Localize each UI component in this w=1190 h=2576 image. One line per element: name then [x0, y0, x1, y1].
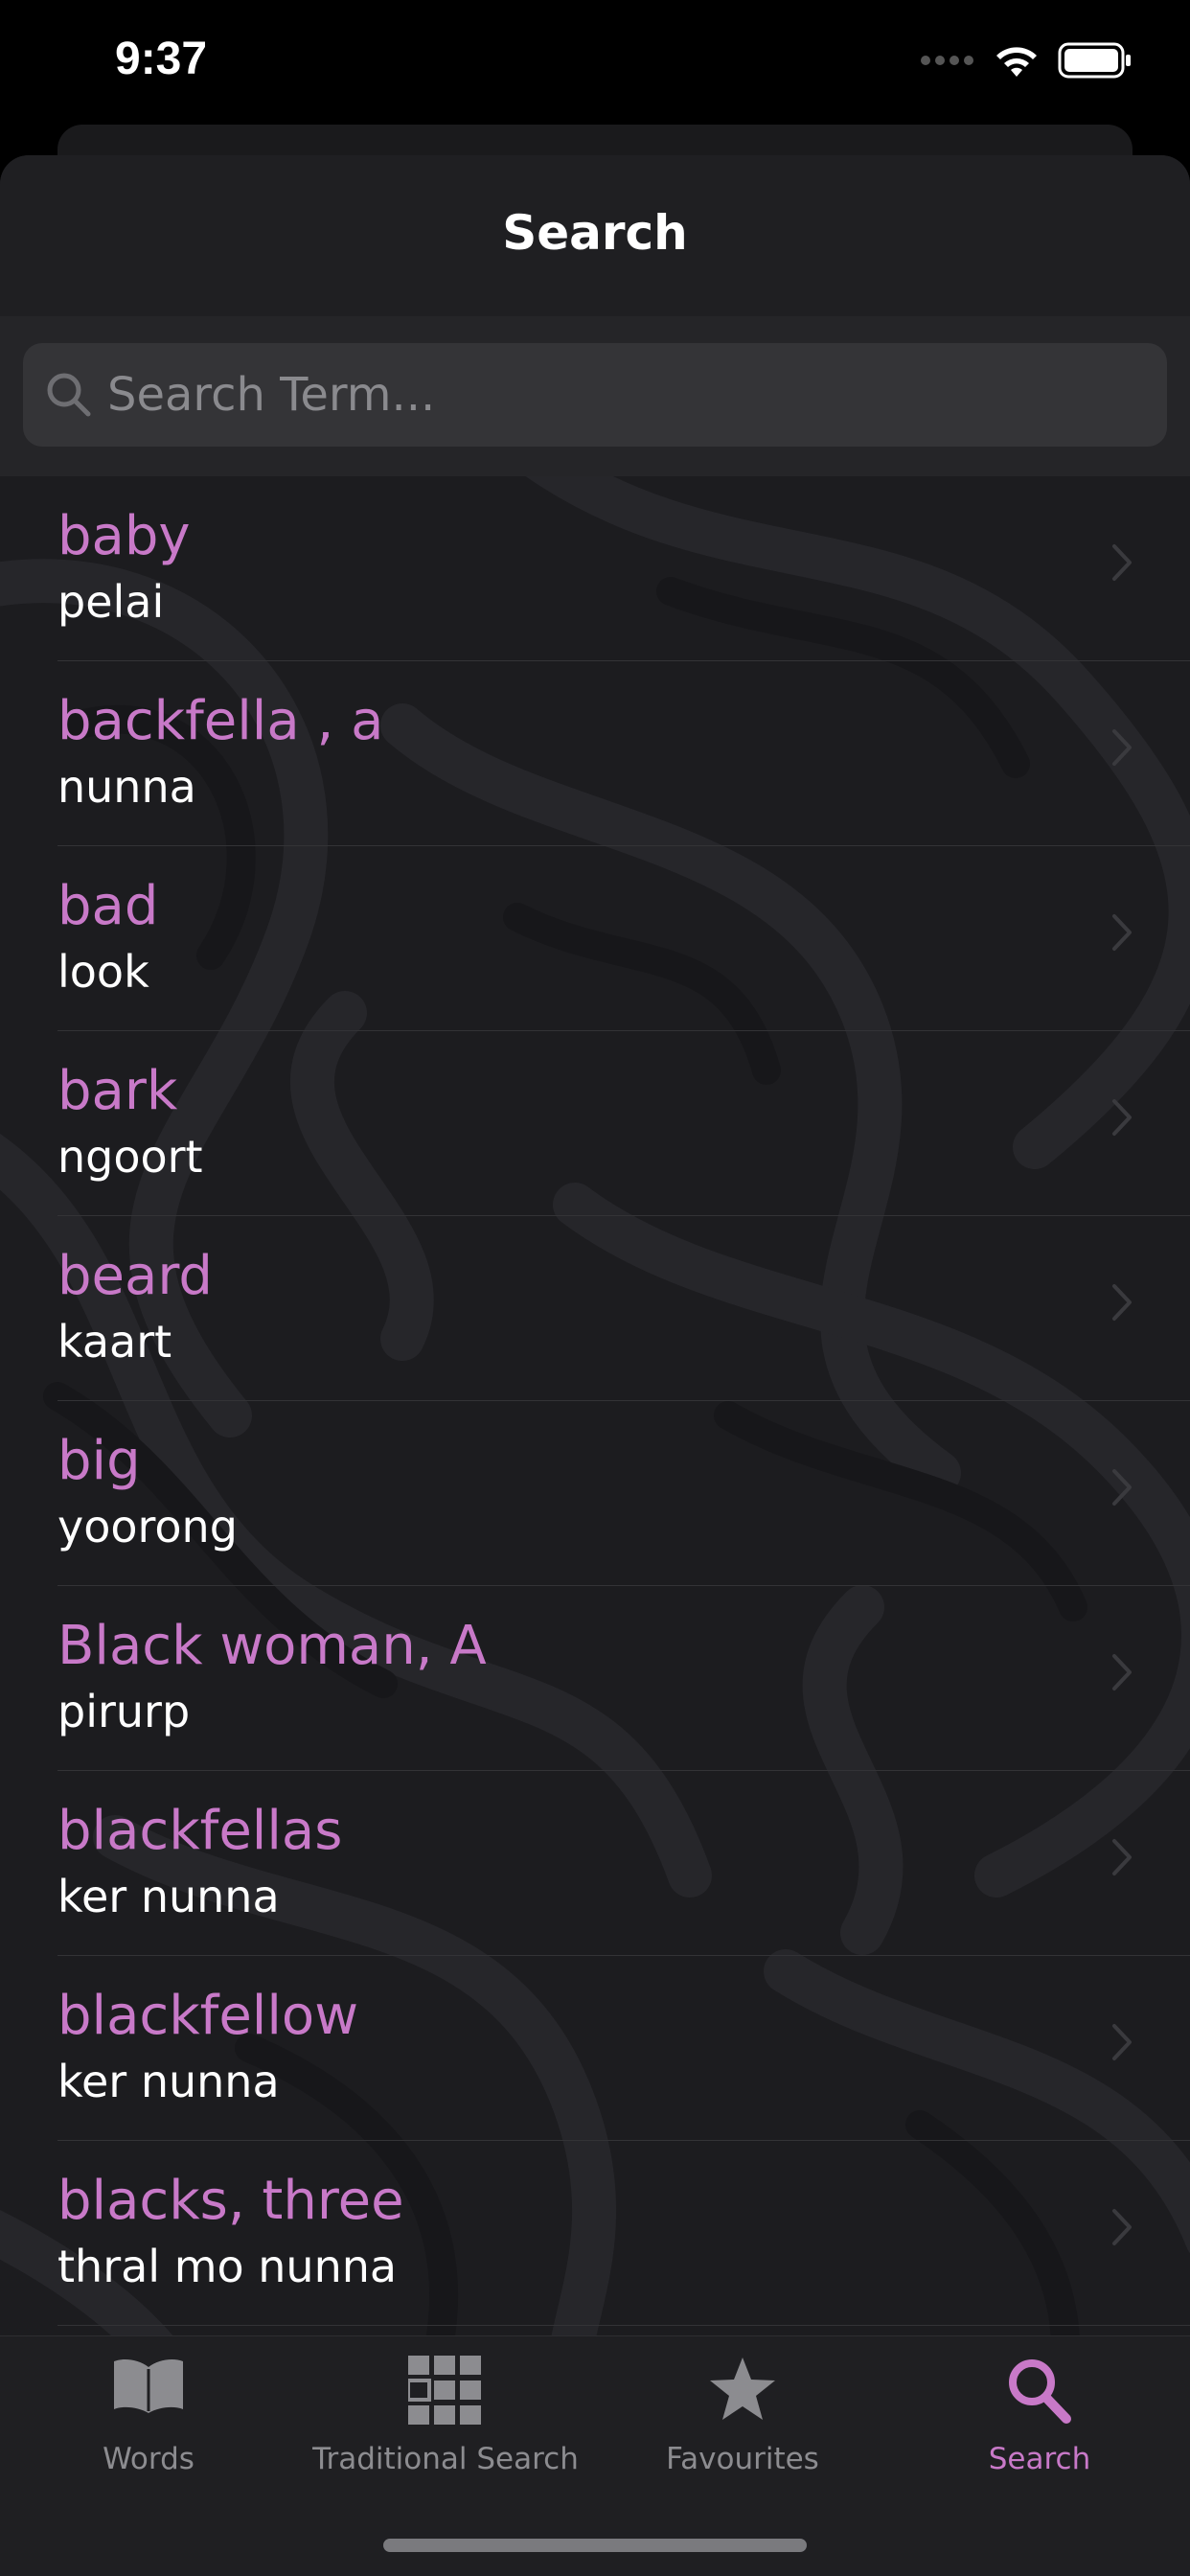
app-screen: 9:37 Search Search Term... baby pelai ba…	[0, 0, 1190, 2576]
word-translation: pirurp	[57, 1686, 191, 1737]
word-translation: thral mo nunna	[57, 2241, 398, 2292]
word-translation: look	[57, 946, 149, 998]
search-sheet: Search baby pelai backfella , a nunna bad loo…	[0, 155, 1190, 2576]
results-list: baby pelai backfella , a nunna bad look bark ng…	[0, 476, 1190, 2326]
tab-words[interactable]: Words	[0, 2336, 297, 2490]
word-term: Black woman, A	[57, 1615, 487, 1677]
tab-favourites[interactable]: Favourites	[594, 2336, 891, 2490]
chevron-right-icon	[1112, 2209, 1132, 2245]
list-item[interactable]: blackfellow ker nunna	[57, 1956, 1190, 2141]
book-icon	[114, 2359, 183, 2413]
chevron-right-icon	[1112, 914, 1132, 951]
word-term: blackfellow	[57, 1985, 358, 2047]
word-translation: ker nunna	[57, 2056, 280, 2107]
star-icon	[710, 2358, 775, 2420]
word-translation: ker nunna	[57, 1871, 280, 1922]
chevron-right-icon	[1112, 1099, 1132, 1136]
status-bar: 9:37	[0, 0, 1190, 134]
status-time: 9:37	[115, 34, 208, 84]
word-term: backfella , a	[57, 690, 384, 752]
word-term: blackfellas	[57, 1800, 343, 1862]
word-term: big	[57, 1430, 141, 1492]
wifi-icon	[996, 47, 1037, 77]
tab-label: Favourites	[666, 2442, 819, 2476]
word-translation: pelai	[57, 576, 165, 628]
word-term: beard	[57, 1245, 213, 1307]
navigation-bar: Search	[0, 155, 1190, 317]
tab-search[interactable]: Search	[891, 2336, 1188, 2490]
chevron-right-icon	[1112, 729, 1132, 766]
chevron-right-icon	[1112, 2024, 1132, 2060]
word-term: bad	[57, 875, 159, 937]
word-translation: kaart	[57, 1316, 172, 1368]
status-icons	[920, 42, 1133, 79]
chevron-right-icon	[1112, 1284, 1132, 1321]
list-item[interactable]: bad look	[57, 846, 1190, 1031]
chevron-right-icon	[1112, 1469, 1132, 1506]
tab-label: Words	[103, 2442, 195, 2476]
list-item[interactable]: beard kaart	[57, 1216, 1190, 1401]
search-icon	[1009, 2359, 1071, 2424]
word-term: baby	[57, 505, 191, 567]
battery-icon	[1058, 42, 1131, 79]
search-input[interactable]	[107, 343, 1142, 447]
word-translation: nunna	[57, 761, 196, 813]
grid-icon	[408, 2356, 481, 2425]
list-item[interactable]: blackfellas ker nunna	[57, 1771, 1190, 1956]
list-item[interactable]: baby pelai	[57, 476, 1190, 661]
page-title: Search	[502, 205, 688, 261]
search-bar-container	[0, 316, 1190, 476]
tab-label: Search	[988, 2442, 1091, 2476]
word-term: blacks, three	[57, 2170, 404, 2232]
cellular-signal-icon	[921, 56, 973, 65]
word-translation: ngoort	[57, 1131, 203, 1183]
word-term: bark	[57, 1060, 178, 1122]
home-indicator	[383, 2539, 807, 2552]
chevron-right-icon	[1112, 1839, 1132, 1875]
list-item[interactable]: Black woman, A pirurp	[57, 1586, 1190, 1771]
chevron-right-icon	[1112, 544, 1132, 581]
list-item[interactable]: big yoorong	[57, 1401, 1190, 1586]
tab-traditional-search[interactable]: Traditional Search	[297, 2336, 594, 2490]
list-item[interactable]: bark ngoort	[57, 1031, 1190, 1216]
search-icon	[47, 373, 91, 417]
list-item[interactable]: backfella , a nunna	[57, 661, 1190, 846]
list-item[interactable]: blacks, three thral mo nunna	[57, 2141, 1190, 2326]
tab-label: Traditional Search	[312, 2442, 579, 2476]
search-box[interactable]	[23, 343, 1167, 447]
chevron-right-icon	[1112, 1654, 1132, 1690]
word-translation: yoorong	[57, 1501, 238, 1552]
